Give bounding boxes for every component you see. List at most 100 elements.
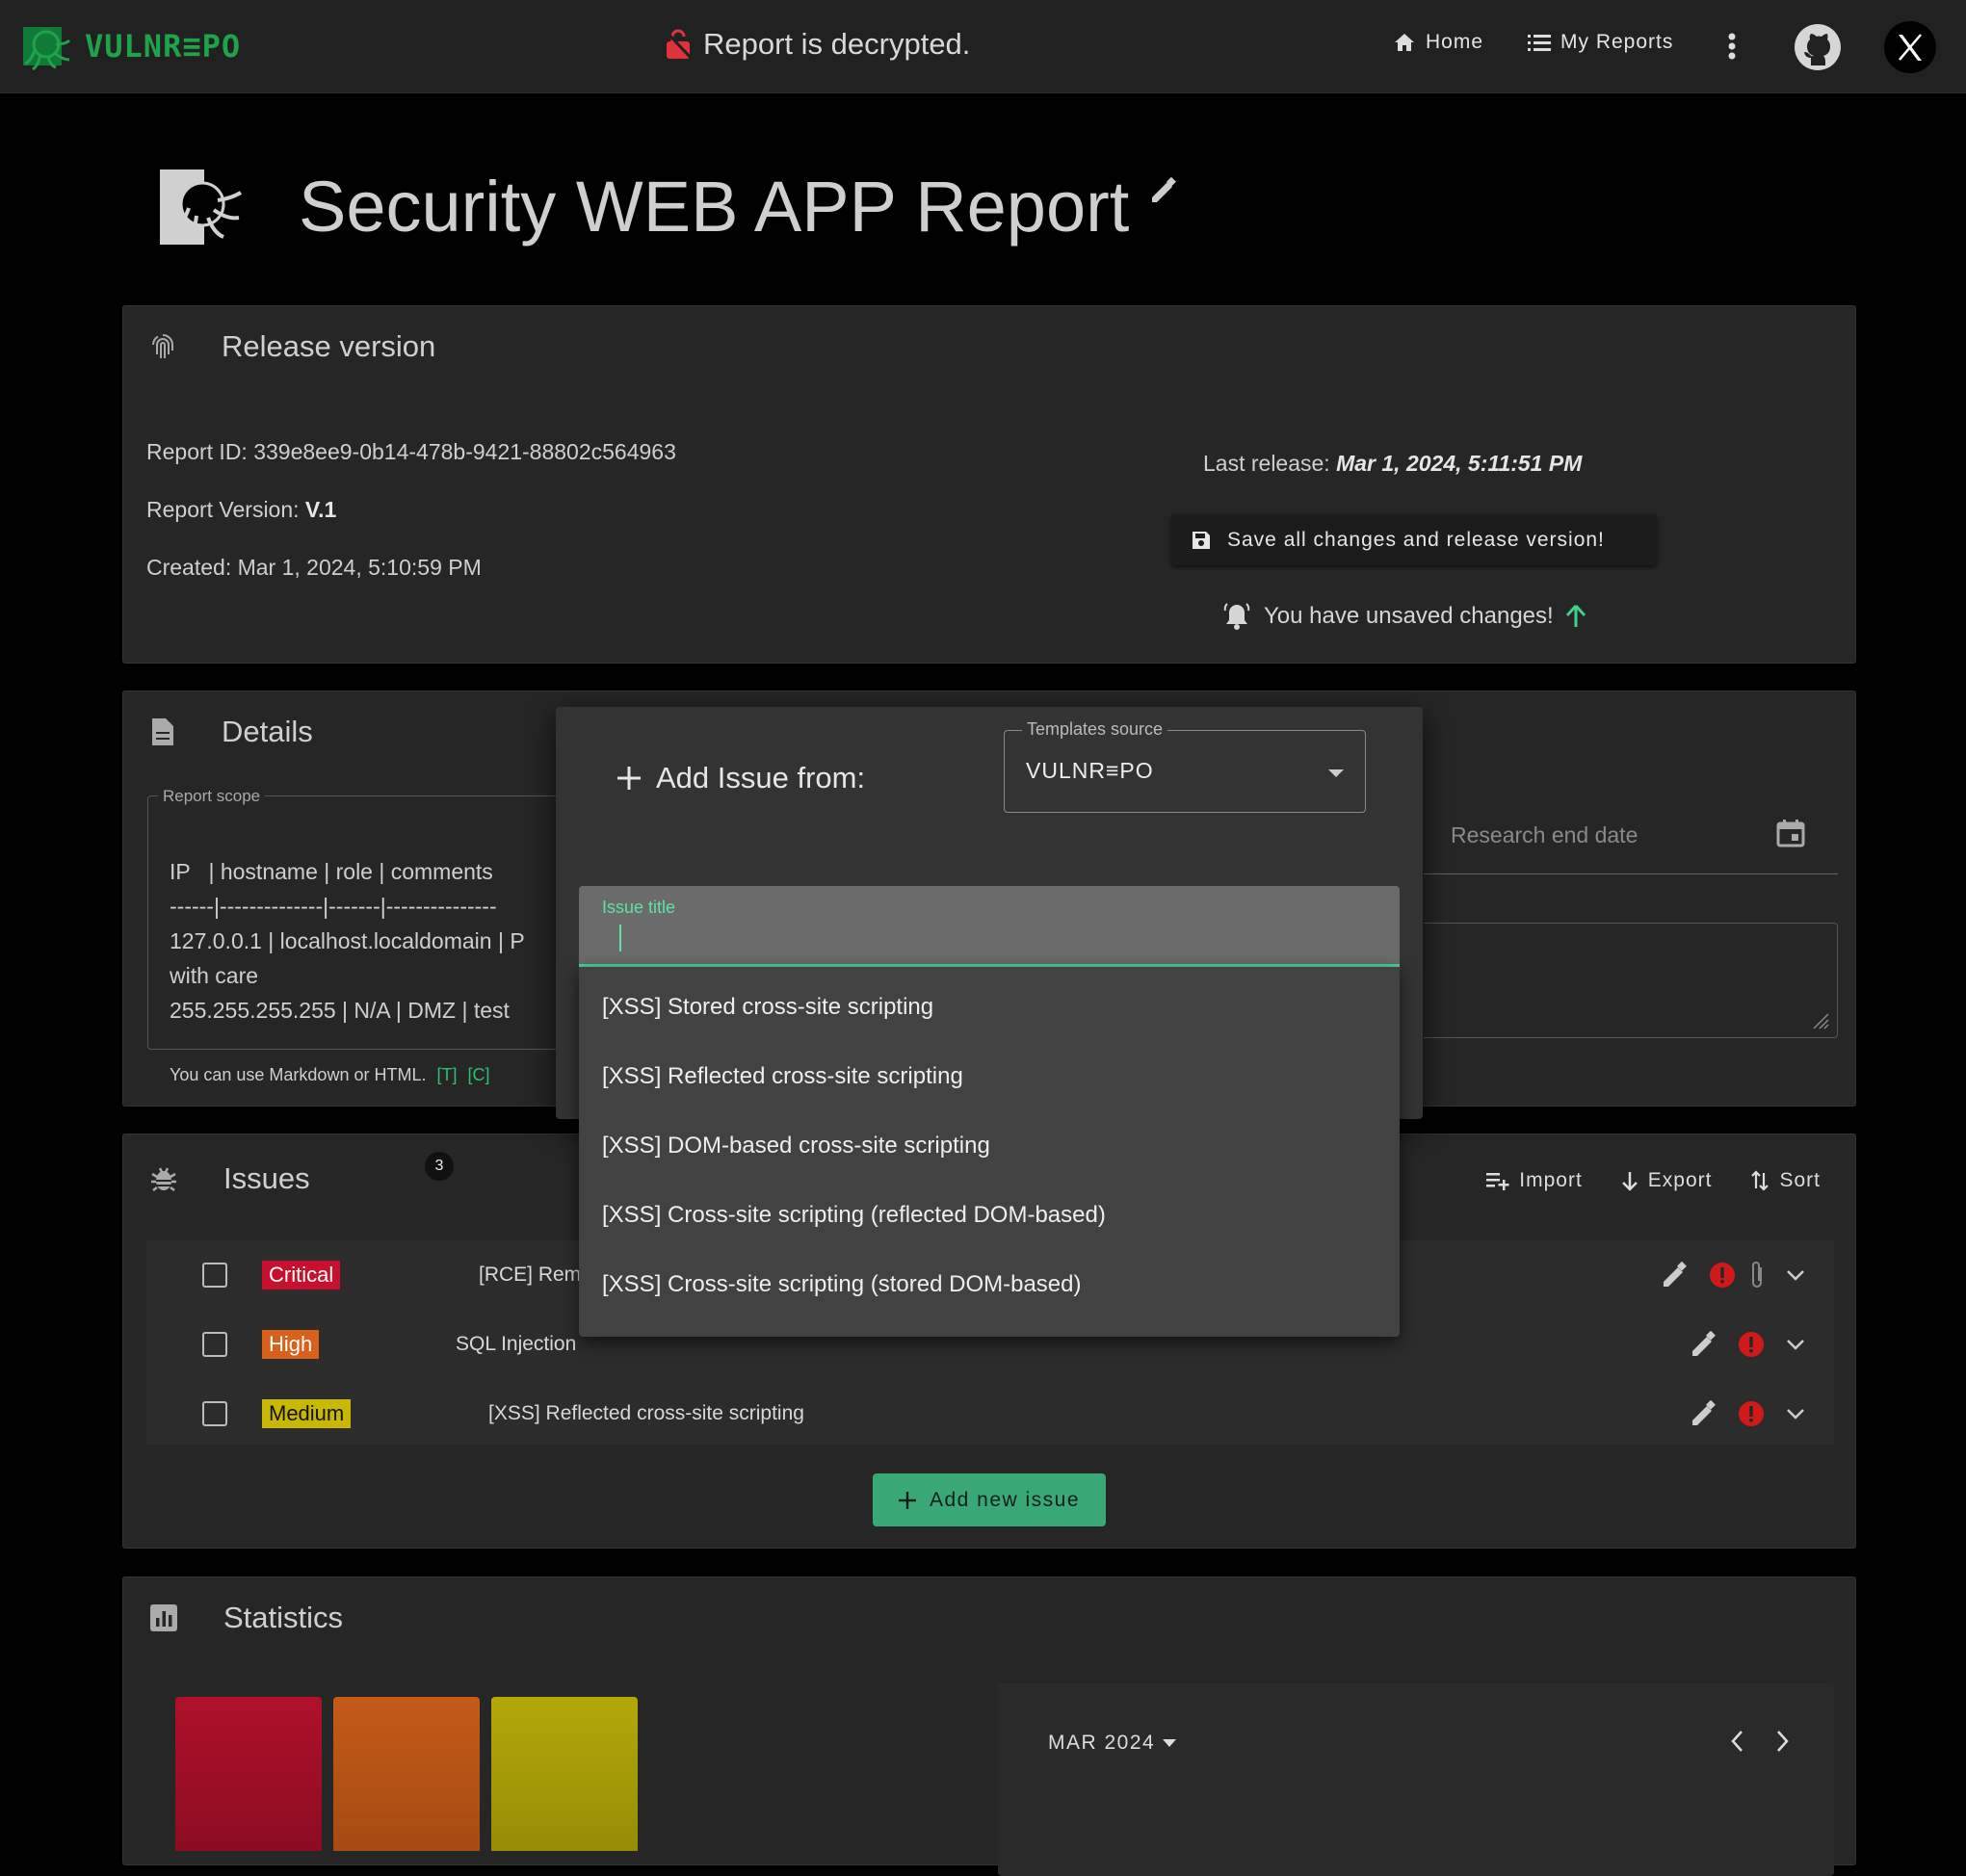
release-version-header: Release version [150, 329, 435, 364]
report-id-label: Report ID: [146, 439, 248, 464]
decryption-status-text: Report is decrypted. [703, 27, 971, 61]
research-end-date-placeholder: Research end date [1451, 822, 1638, 847]
calendar-month-selector[interactable]: MAR 2024 [1048, 1732, 1177, 1755]
octopus-logo-icon [23, 27, 71, 71]
details-header: Details [150, 715, 313, 749]
issues-toolbar: Import Export Sort [1486, 1169, 1821, 1192]
sort-button[interactable]: Sort [1750, 1169, 1821, 1192]
helper-link-t[interactable]: [T] [436, 1065, 457, 1084]
brand-logo[interactable]: VULNR≡PO [21, 21, 241, 71]
unlocked-icon [665, 28, 692, 61]
calendar-nav [1730, 1730, 1790, 1753]
report-scope-text: IP | hostname | role | comments ------|--… [170, 854, 584, 1028]
helper-link-c[interactable]: [C] [468, 1065, 490, 1084]
severity-badge-medium: Medium [262, 1399, 352, 1428]
issue-checkbox[interactable] [202, 1401, 227, 1426]
last-release-line: Last release: Mar 1, 2024, 5:11:51 PM [1203, 451, 1582, 477]
issue-suggestions-list: [XSS] Stored cross-site scripting [XSS] … [579, 967, 1400, 1337]
edit-title-icon[interactable] [1148, 176, 1177, 205]
plus-icon [617, 767, 641, 790]
arrow-down-icon [1621, 1172, 1638, 1191]
release-version-card: Release version Report ID: 339e8ee9-0b14… [122, 305, 1856, 664]
add-new-issue-button[interactable]: Add new issue [873, 1473, 1106, 1526]
home-link[interactable]: Home [1393, 31, 1483, 54]
list-icon [1528, 35, 1551, 51]
add-issue-dialog-title-text: Add Issue from: [656, 761, 866, 795]
report-version-label: Report Version: [146, 497, 300, 522]
bar-chart-icon [150, 1604, 177, 1631]
x-twitter-icon[interactable] [1884, 21, 1936, 73]
issue-row-actions [1690, 1400, 1805, 1427]
page-title: Security WEB APP Report [299, 167, 1130, 247]
my-reports-label: My Reports [1560, 31, 1674, 53]
suggestion-option[interactable]: [XSS] DOM-based cross-site scripting [602, 1133, 990, 1159]
issue-checkbox[interactable] [202, 1263, 227, 1288]
issue-title[interactable]: [XSS] Reflected cross-site scripting [488, 1402, 804, 1425]
text-cursor [619, 925, 621, 951]
resize-handle-icon[interactable] [1812, 1012, 1829, 1029]
scope-line: 255.255.255.255 | N/A | DMZ | test [170, 998, 510, 1023]
expand-more-icon[interactable] [1786, 1268, 1805, 1282]
fingerprint-icon [152, 334, 173, 358]
edit-icon[interactable] [1690, 1400, 1717, 1427]
details-textarea[interactable] [1424, 923, 1838, 1038]
attachment-icon [1752, 1262, 1762, 1288]
sort-label: Sort [1779, 1169, 1821, 1191]
import-button[interactable]: Import [1486, 1169, 1583, 1192]
high-stat-bar [333, 1697, 480, 1851]
markdown-helper: You can use Markdown or HTML. [T] [C] [170, 1065, 490, 1085]
expand-more-icon[interactable] [1786, 1338, 1805, 1351]
created-value: Mar 1, 2024, 5:10:59 PM [237, 555, 482, 580]
suggestion-option[interactable]: [XSS] Cross-site scripting (reflected DO… [602, 1202, 1106, 1229]
export-label: Export [1647, 1169, 1713, 1191]
home-icon [1395, 34, 1414, 51]
expand-more-icon[interactable] [1786, 1407, 1805, 1420]
report-scope-field[interactable]: Report scope IP | hostname | role | comm… [147, 787, 590, 1050]
research-end-date-field[interactable]: Research end date [1424, 795, 1838, 874]
report-id-value: 339e8ee9-0b14-478b-9421-88802c564963 [253, 439, 676, 464]
scope-line: ------|--------------|-------|----------… [170, 894, 497, 919]
markdown-helper-text: You can use Markdown or HTML. [170, 1065, 427, 1084]
issue-title[interactable]: SQL Injection [456, 1333, 576, 1356]
report-scope-label: Report scope [158, 787, 266, 806]
issue-row[interactable]: Medium [XSS] Reflected cross-site script… [146, 1379, 1834, 1448]
templates-source-select[interactable]: Templates source VULNR≡PO [1004, 719, 1366, 813]
issues-count-badge: 3 [425, 1152, 454, 1181]
my-reports-link[interactable]: My Reports [1528, 31, 1673, 54]
save-release-button[interactable]: Save all changes and release version! [1171, 514, 1657, 565]
suggestion-option[interactable]: [XSS] Stored cross-site scripting [602, 994, 933, 1021]
add-new-issue-label: Add new issue [929, 1488, 1081, 1511]
arrow-drop-down-icon [1163, 1739, 1177, 1747]
suggestion-option[interactable]: [XSS] Reflected cross-site scripting [602, 1063, 963, 1090]
edit-icon[interactable] [1661, 1262, 1688, 1289]
top-app-bar: VULNR≡PO Report is decrypted. Home My Re… [0, 0, 1966, 93]
chevron-right-icon[interactable] [1776, 1730, 1790, 1753]
export-button[interactable]: Export [1621, 1169, 1713, 1192]
bug-icon [151, 1167, 176, 1191]
bell-ringing-icon [1223, 603, 1250, 630]
issue-checkbox[interactable] [202, 1332, 227, 1357]
more-vert-icon[interactable] [1728, 33, 1736, 60]
plus-icon [898, 1491, 916, 1509]
medium-stat-bar [491, 1697, 638, 1851]
chevron-left-icon[interactable] [1730, 1730, 1743, 1753]
issue-row-actions [1690, 1331, 1805, 1358]
home-label: Home [1426, 31, 1484, 53]
details-title: Details [222, 715, 313, 748]
decryption-status: Report is decrypted. [665, 27, 970, 62]
swap-vert-icon [1751, 1170, 1769, 1191]
severity-badge-high: High [262, 1330, 320, 1359]
error-icon [1739, 1401, 1764, 1426]
issue-title-label: Issue title [602, 898, 676, 917]
edit-icon[interactable] [1690, 1331, 1717, 1358]
error-icon [1739, 1332, 1764, 1357]
suggestion-option[interactable]: [XSS] Cross-site scripting (stored DOM-b… [602, 1271, 1081, 1298]
templates-source-value: VULNR≡PO [1026, 758, 1154, 783]
arrow-up-icon [1565, 604, 1586, 627]
github-icon[interactable] [1794, 23, 1842, 71]
save-icon [1193, 531, 1210, 549]
unsaved-changes-notice: You have unsaved changes! [1221, 601, 1586, 632]
scope-line: with care [170, 963, 259, 988]
issue-title-input[interactable]: Issue title [579, 886, 1400, 967]
calendar-icon[interactable] [1776, 819, 1805, 847]
